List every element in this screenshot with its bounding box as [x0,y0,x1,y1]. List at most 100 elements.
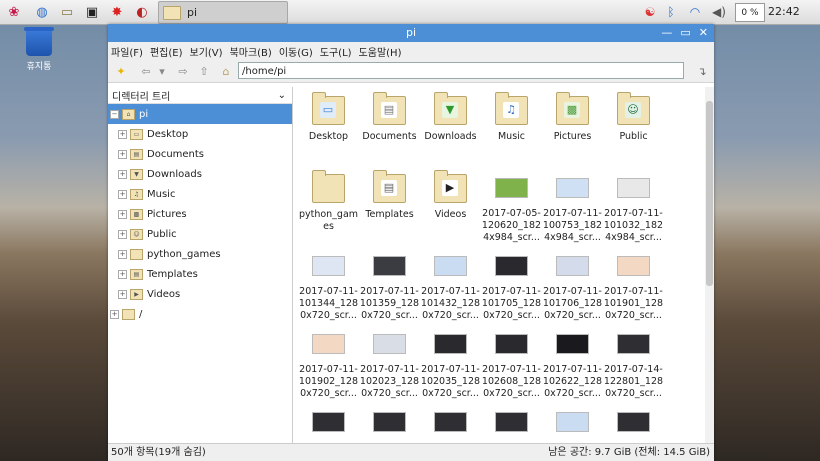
expand-icon[interactable]: + [110,309,119,319]
tree-item-music[interactable]: + ♫ Music [108,184,292,204]
image-file-item[interactable]: 2017-07-11-101705_1280x720_scr... [481,248,542,326]
close-icon[interactable]: ✕ [699,26,708,39]
tree-item-pictures[interactable]: + ▩ Pictures [108,204,292,224]
sidebar-header[interactable]: 디렉터리 트리 ⌄ [108,87,292,104]
folder-item[interactable]: ▤ Templates [359,170,420,248]
folder-item[interactable]: ☺ Public [603,92,664,170]
image-file-item[interactable]: 2017-07-11-101432_1280x720_scr... [420,248,481,326]
tree-item-templates[interactable]: + ▤ Templates [108,264,292,284]
expand-icon[interactable]: + [118,209,127,219]
image-file-item[interactable]: 2017-07-14-122939_1280x720_scr... [298,404,359,444]
menu-item[interactable]: 이동(G) [279,44,313,59]
keyboard-layout-icon[interactable]: ☯ [640,3,660,21]
folder-item[interactable]: ▤ Documents [359,92,420,170]
expand-icon[interactable]: + [118,169,127,179]
folder-item[interactable]: ▩ Pictures [542,92,603,170]
file-label: Documents [362,131,417,142]
image-file-item[interactable]: 2017-07-14-123652_1280x720_scr... [542,404,603,444]
menu-item[interactable]: 파일(F) [111,44,143,59]
file-label: 2017-07-11-101902_1280x720_scr... [298,364,359,399]
image-file-item[interactable]: 2017-07-14-122801_1280x720_scr... [603,326,664,404]
expand-icon[interactable]: + [118,229,127,239]
public-folder-icon: ☺ [617,92,650,125]
tree-item-label: Downloads [147,168,202,180]
web-browser-icon[interactable]: ◍ [32,2,52,22]
home-icon[interactable]: ⌂ [218,63,234,79]
folder-item[interactable]: ▼ Downloads [420,92,481,170]
go-icon[interactable]: ↴ [694,63,710,79]
desktop-trash[interactable]: 휴지통 [22,27,56,72]
tree-item-python-games[interactable]: + python_games [108,244,292,264]
expand-icon[interactable]: + [118,289,127,299]
image-file-item[interactable]: 2017-07-11-102608_1280x720_scr... [481,326,542,404]
expand-icon[interactable]: + [118,189,127,199]
image-file-item[interactable]: 2017-07-11-102035_1280x720_scr... [420,326,481,404]
image-file-item[interactable]: 2017-07-14-123550_1280x720_scr... [481,404,542,444]
folder-icon: ▤ [130,148,143,160]
menu-item[interactable]: 편집(E) [150,44,183,59]
image-thumbnail-icon [556,412,589,432]
tree-item-pi[interactable]: − ⌂ pi [108,104,292,124]
taskbar-window-button[interactable]: pi [158,1,288,24]
up-icon[interactable]: ⇧ [196,63,212,79]
expand-icon[interactable]: + [118,269,127,279]
image-file-item[interactable]: 2017-07-11-102622_1280x720_scr... [542,326,603,404]
folder-item[interactable]: ▶ Videos [420,170,481,248]
tree-item-desktop[interactable]: + ▭ Desktop [108,124,292,144]
expand-icon[interactable]: + [118,149,127,159]
image-file-item[interactable]: 2017-07-11-101344_1280x720_scr... [298,248,359,326]
volume-icon[interactable]: ◀) [710,3,728,21]
new-tab-icon[interactable]: ✦ [113,63,129,79]
vertical-scrollbar[interactable] [705,87,714,444]
image-file-item[interactable]: 2017-07-14-123336_1280x720_scr... [420,404,481,444]
forward-icon[interactable]: ⇨ [175,63,191,79]
image-file-item[interactable]: 2017-07-11-101032_1824x984_scr... [603,170,664,248]
back-icon[interactable]: ⇦ [138,63,154,79]
folder-item[interactable]: ♫ Music [481,92,542,170]
chevron-down-icon[interactable]: ⌄ [278,90,286,101]
scrollbar-thumb[interactable] [706,101,713,286]
title-bar[interactable]: pi — ▭ ✕ [108,24,714,42]
menu-item[interactable]: 북마크(B) [230,44,272,59]
location-input[interactable]: /home/pi [238,62,684,79]
tree-item-documents[interactable]: + ▤ Documents [108,144,292,164]
back-history-icon[interactable]: ▾ [154,63,170,79]
expand-icon[interactable]: + [118,249,127,259]
wolfram-icon[interactable]: ◐ [132,2,152,22]
clock[interactable]: 22:42 [768,5,800,18]
tree-item-root[interactable]: + / [108,304,292,324]
tree-item-videos[interactable]: + ▶ Videos [108,284,292,304]
raspberry-menu-icon[interactable]: ❀ [4,2,24,22]
menu-item[interactable]: 도구(L) [320,44,352,59]
folder-item[interactable]: python_games [298,170,359,248]
file-label: 2017-07-11-101705_1280x720_scr... [481,286,542,321]
folder-item[interactable]: ▭ Desktop [298,92,359,170]
minimize-icon[interactable]: — [661,26,672,39]
tree-item-public[interactable]: + ☺ Public [108,224,292,244]
collapse-icon[interactable]: − [110,109,119,119]
image-file-item[interactable]: 2017-07-11-101359_1280x720_scr... [359,248,420,326]
maximize-icon[interactable]: ▭ [680,26,690,39]
expand-icon[interactable]: + [118,129,127,139]
image-file-item[interactable]: 2017-07-05-120620_1824x984_scr... [481,170,542,248]
tree-item-downloads[interactable]: + ▼ Downloads [108,164,292,184]
image-file-item[interactable]: 2017-07-14-124256_1280x720_scr... [603,404,664,444]
file-label: 2017-07-11-101344_1280x720_scr... [298,286,359,321]
wifi-icon[interactable]: ◠ [686,3,704,21]
mathematica-icon[interactable]: ✸ [107,2,127,22]
image-file-item[interactable]: 2017-07-11-102023_1280x720_scr... [359,326,420,404]
tree-item-label: / [139,308,143,320]
image-file-item[interactable]: 2017-07-11-101901_1280x720_scr... [603,248,664,326]
menu-item[interactable]: 도움말(H) [359,44,402,59]
image-file-item[interactable]: 2017-07-14-123326_1280x720_scr... [359,404,420,444]
file-manager-icon[interactable]: ▭ [57,2,77,22]
bluetooth-icon[interactable]: ᛒ [664,3,678,21]
image-file-item[interactable]: 2017-07-11-101902_1280x720_scr... [298,326,359,404]
menu-item[interactable]: 보기(V) [190,44,223,59]
image-file-item[interactable]: 2017-07-11-101706_1280x720_scr... [542,248,603,326]
image-file-item[interactable]: 2017-07-11-100753_1824x984_scr... [542,170,603,248]
file-label: 2017-07-11-102608_1280x720_scr... [481,364,542,399]
menu-bar: 파일(F) 편집(E) 보기(V) 북마크(B) 이동(G) 도구(L) 도움말(H) [108,42,714,60]
tree-item-label: Videos [147,288,181,300]
terminal-icon[interactable]: ▣ [82,2,102,22]
